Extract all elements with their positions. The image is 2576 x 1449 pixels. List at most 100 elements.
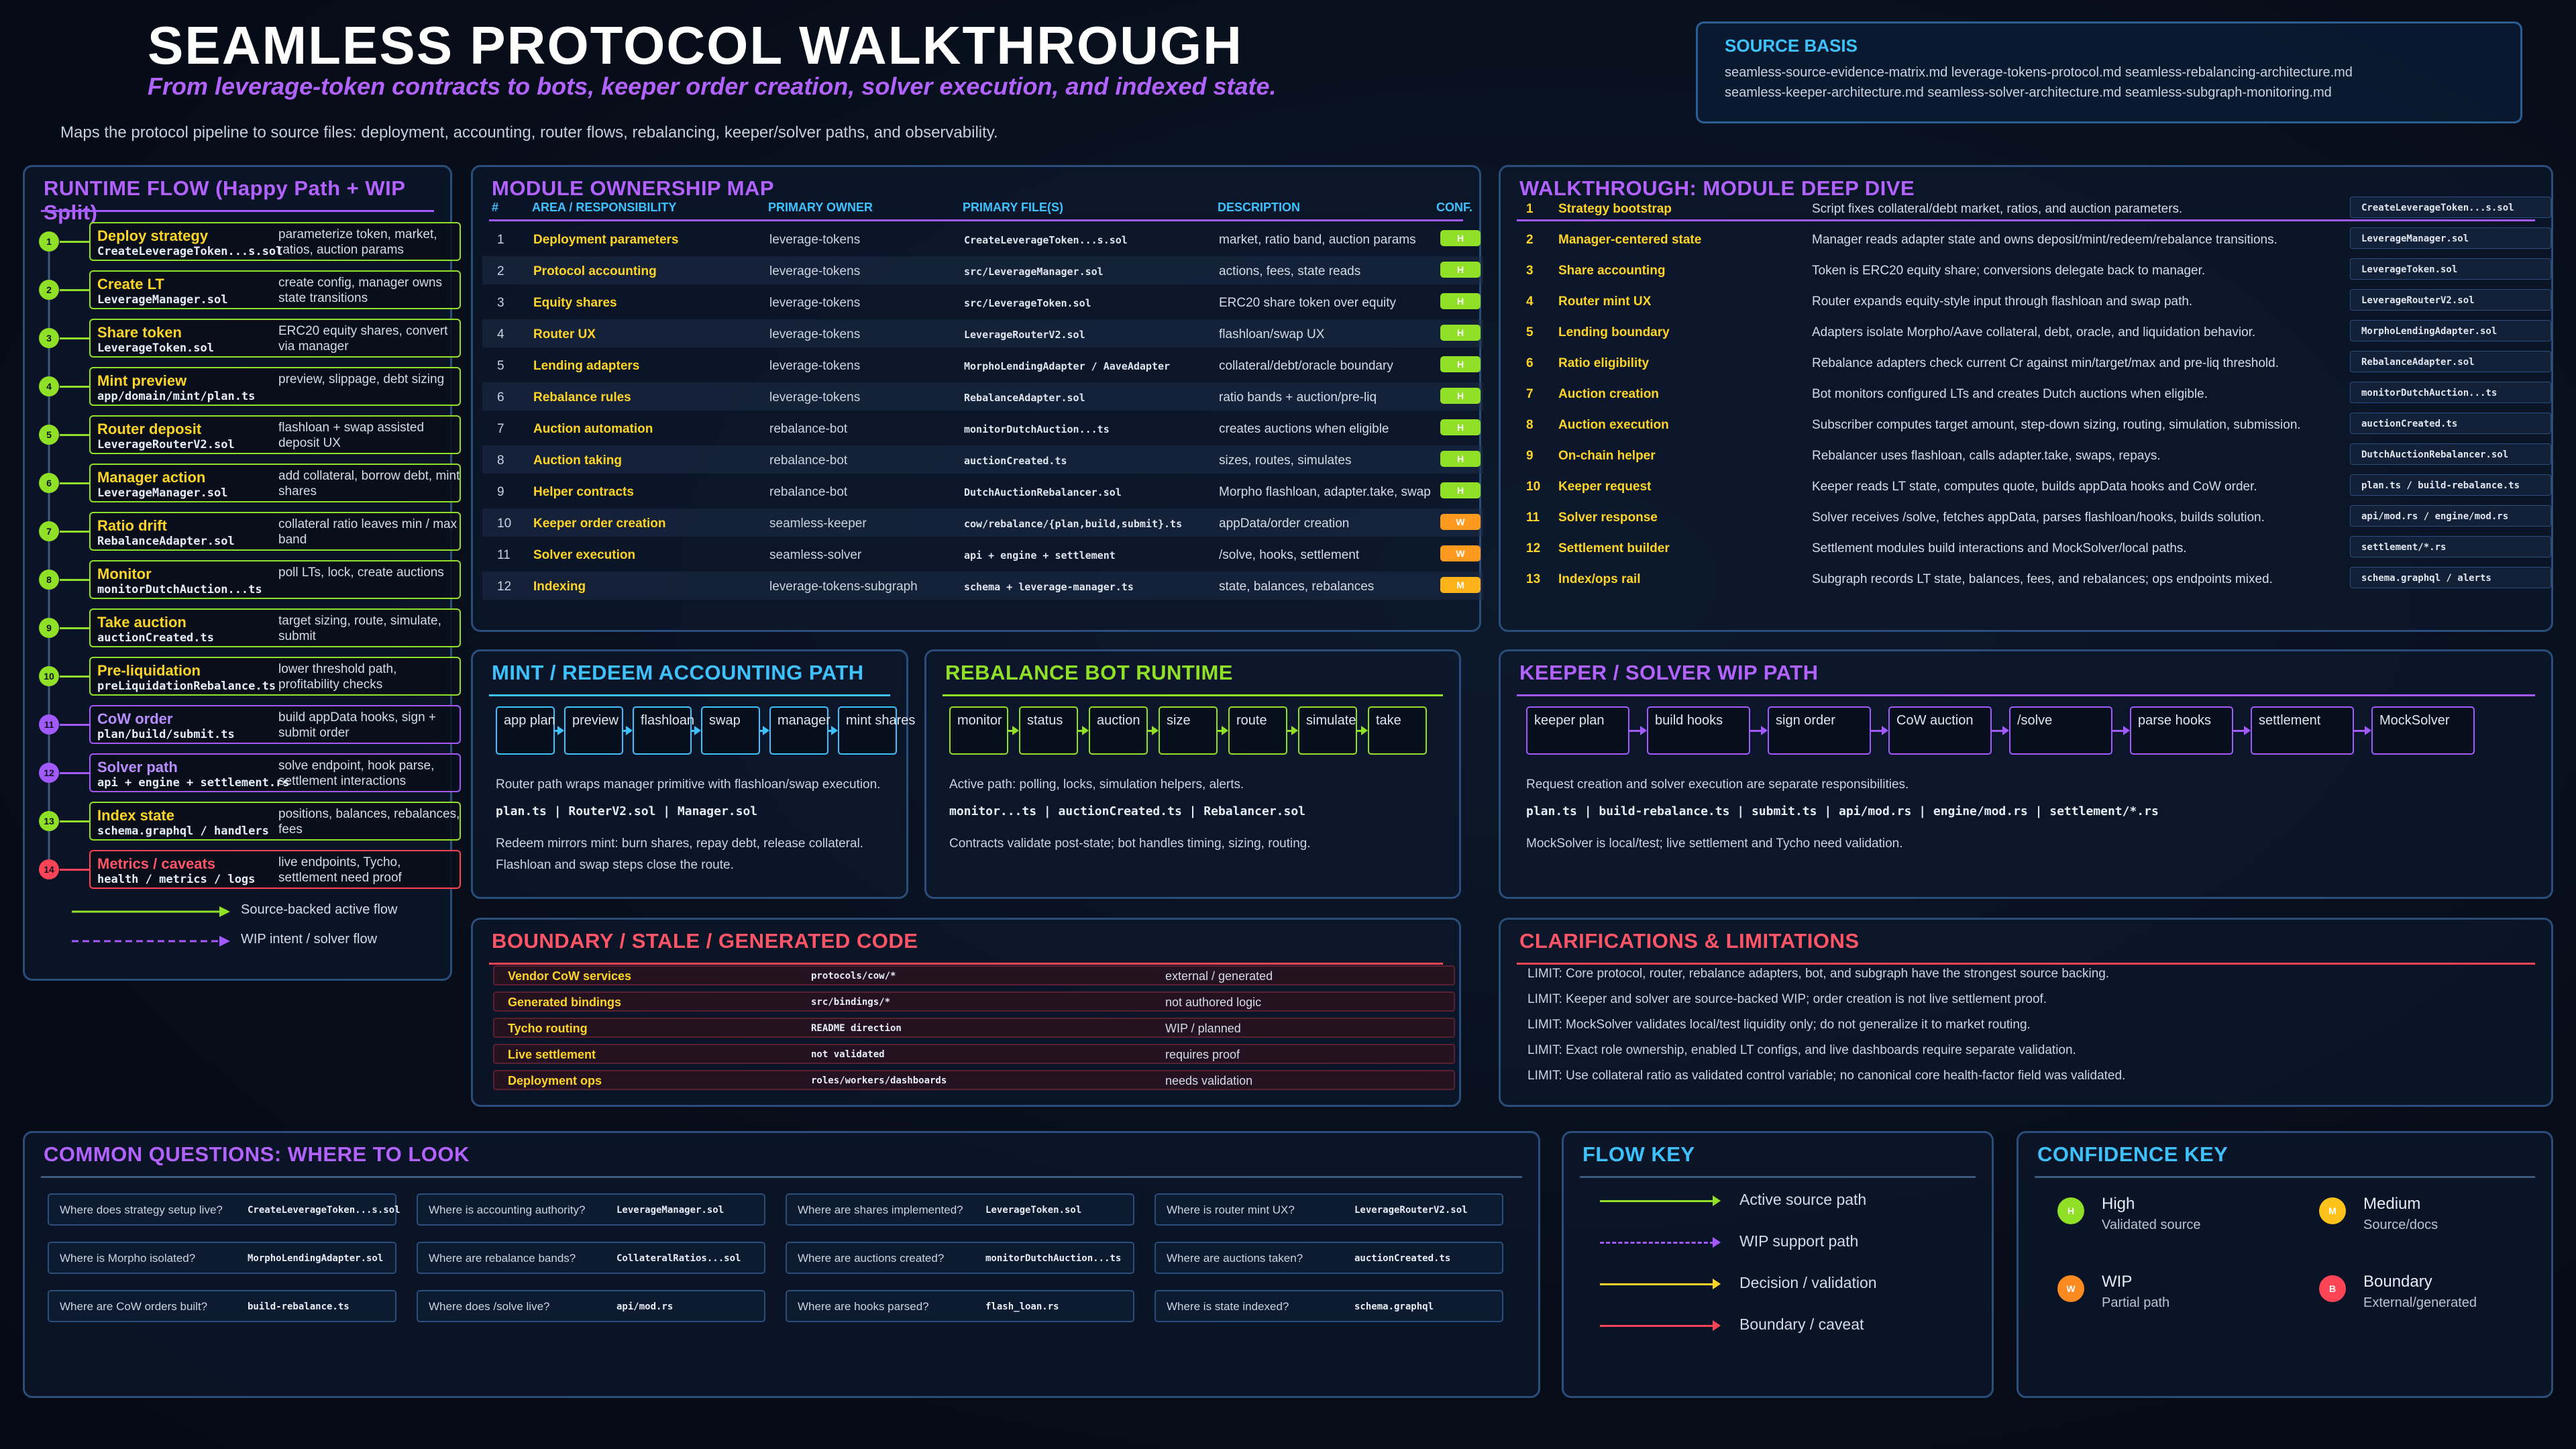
boundary-row[interactable]: Tycho routing README direction WIP / plann… bbox=[493, 1018, 1455, 1038]
flow-step-box[interactable]: manager bbox=[769, 706, 830, 755]
question-cell[interactable]: Where are hooks parsed? flash_loan.rs bbox=[786, 1290, 1134, 1322]
table-row[interactable]: 2 Protocol accounting leverage-tokens src/L… bbox=[482, 256, 1483, 284]
runtime-step-card[interactable]: Ratio drift RebalanceAdapter.sol collatera… bbox=[89, 512, 461, 551]
table-row[interactable]: 10 Keeper order creation seamless-keeper co… bbox=[482, 508, 1483, 537]
boundary-desc: WIP / planned bbox=[1165, 1022, 1241, 1035]
flow-step-box[interactable]: sign order bbox=[1768, 706, 1871, 755]
runtime-step-desc: collateral ratio leaves min / max band bbox=[278, 517, 458, 547]
step-connector bbox=[60, 820, 89, 822]
flow-step-box[interactable]: monitor bbox=[949, 706, 1008, 755]
runtime-step-card[interactable]: Take auction auctionCreated.ts target sizi… bbox=[89, 608, 461, 647]
flow-step-box[interactable]: auction bbox=[1089, 706, 1148, 755]
question-cell[interactable]: Where is accounting authority? LeverageMa… bbox=[417, 1193, 765, 1226]
table-row[interactable]: 5 Lending adapters leverage-tokens MorphoLe… bbox=[482, 351, 1483, 379]
question-cell[interactable]: Where are shares implemented? LeverageTok… bbox=[786, 1193, 1134, 1226]
flow-arrow-head bbox=[1640, 726, 1647, 735]
boundary-row[interactable]: Live settlement not validated requires pro… bbox=[493, 1044, 1455, 1064]
flow-step-box[interactable]: mint shares bbox=[838, 706, 915, 755]
module-name: Router mint UX bbox=[1558, 294, 1652, 309]
question-cell[interactable]: Where are CoW orders built? build-rebalan… bbox=[48, 1290, 396, 1322]
runtime-step-file: LeverageRouterV2.sol bbox=[97, 438, 235, 451]
file-cell: DutchAuctionRebalancer.sol bbox=[964, 486, 1122, 498]
module-description: Subgraph records LT state, balances, fee… bbox=[1812, 572, 2273, 586]
question-cell[interactable]: Where are auctions taken? auctionCreated.… bbox=[1155, 1242, 1503, 1274]
table-row[interactable]: 8 Auction taking rebalance-bot auctionCreat… bbox=[482, 445, 1483, 474]
runtime-step-file: LeverageManager.sol bbox=[97, 486, 228, 500]
runtime-step-card[interactable]: Manager action LeverageManager.sol add col… bbox=[89, 464, 461, 502]
runtime-step-card[interactable]: Monitor monitorDutchAuction...ts poll LTs,… bbox=[89, 560, 461, 599]
flow-arrow-head bbox=[2365, 726, 2371, 735]
flow-step-box[interactable]: swap bbox=[701, 706, 760, 755]
runtime-step-name: CoW order bbox=[97, 710, 173, 727]
walkthrough-row[interactable]: 2 Manager-centered state Manager reads ada… bbox=[1510, 225, 2551, 256]
boundary-name: Generated bindings bbox=[508, 996, 622, 1009]
boundary-row[interactable]: Deployment ops roles/workers/dashboards ne… bbox=[493, 1070, 1455, 1090]
runtime-step-card[interactable]: Solver path api + engine + settlement.rs s… bbox=[89, 753, 461, 792]
walkthrough-row[interactable]: 13 Index/ops rail Subgraph records LT stat… bbox=[1510, 564, 2551, 595]
runtime-step-card[interactable]: Index state schema.graphql / handlers posi… bbox=[89, 802, 461, 841]
question-cell[interactable]: Where is state indexed? schema.graphql bbox=[1155, 1290, 1503, 1322]
runtime-step-file: api + engine + settlement.rs bbox=[97, 776, 290, 790]
runtime-step-card[interactable]: Metrics / caveats health / metrics / logs… bbox=[89, 850, 461, 889]
step-connector bbox=[60, 289, 89, 291]
runtime-step-card[interactable]: Share token LeverageToken.sol ERC20 equity… bbox=[89, 319, 461, 358]
description-cell: Morpho flashloan, adapter.take, swap bbox=[1219, 485, 1431, 499]
runtime-step-card[interactable]: Pre-liquidation preLiquidationRebalance.t… bbox=[89, 657, 461, 696]
table-row[interactable]: 9 Helper contracts rebalance-bot DutchAucti… bbox=[482, 477, 1483, 505]
table-row[interactable]: 4 Router UX leverage-tokens LeverageRouterV… bbox=[482, 319, 1483, 347]
table-row[interactable]: 12 Indexing leverage-tokens-subgraph schema… bbox=[482, 572, 1483, 600]
table-row[interactable]: 3 Equity shares leverage-tokens src/Leverag… bbox=[482, 288, 1483, 316]
boundary-name: Tycho routing bbox=[508, 1022, 588, 1035]
walkthrough-row[interactable]: 11 Solver response Solver receives /solve,… bbox=[1510, 502, 2551, 533]
flow-step-box[interactable]: CoW auction bbox=[1888, 706, 1992, 755]
flow-step-box[interactable]: keeper plan bbox=[1526, 706, 1629, 755]
question-cell[interactable]: Where does /solve live? api/mod.rs bbox=[417, 1290, 765, 1322]
table-row[interactable]: 1 Deployment parameters leverage-tokens Cre… bbox=[482, 225, 1483, 253]
walkthrough-row[interactable]: 5 Lending boundary Adapters isolate Morpho… bbox=[1510, 317, 2551, 348]
flow-step-box[interactable]: status bbox=[1019, 706, 1078, 755]
flow-step-box[interactable]: size bbox=[1159, 706, 1218, 755]
boundary-row[interactable]: Generated bindings src/bindings/* not auth… bbox=[493, 991, 1455, 1012]
flow-step-box[interactable]: /solve bbox=[2009, 706, 2112, 755]
flow-step-box[interactable]: flashloan bbox=[633, 706, 694, 755]
walkthrough-row[interactable]: 12 Settlement builder Settlement modules b… bbox=[1510, 533, 2551, 564]
walkthrough-row[interactable]: 4 Router mint UX Router expands equity-sty… bbox=[1510, 286, 2551, 317]
table-row[interactable]: 7 Auction automation rebalance-bot monitorD… bbox=[482, 414, 1483, 442]
table-row[interactable]: 6 Rebalance rules leverage-tokens Rebalance… bbox=[482, 382, 1483, 411]
walkthrough-row[interactable]: 6 Ratio eligibility Rebalance adapters che… bbox=[1510, 348, 2551, 379]
runtime-step-desc: live endpoints, Tycho, settlement need p… bbox=[278, 855, 402, 885]
walkthrough-row[interactable]: 1 Strategy bootstrap Script fixes collater… bbox=[1510, 194, 2551, 225]
flow-step-box[interactable]: build hooks bbox=[1647, 706, 1750, 755]
walkthrough-row[interactable]: 10 Keeper request Keeper reads LT state, c… bbox=[1510, 472, 2551, 502]
walkthrough-row[interactable]: 8 Auction execution Subscriber computes ta… bbox=[1510, 410, 2551, 441]
question-cell[interactable]: Where is router mint UX? LeverageRouterV2… bbox=[1155, 1193, 1503, 1226]
flow-step-box[interactable]: settlement bbox=[2251, 706, 2354, 755]
owner-cell: leverage-tokens bbox=[769, 327, 861, 341]
runtime-step-desc: poll LTs, lock, create auctions bbox=[278, 566, 444, 580]
flow-step-box[interactable]: simulate bbox=[1298, 706, 1357, 755]
runtime-step-card[interactable]: Router deposit LeverageRouterV2.sol flashl… bbox=[89, 415, 461, 454]
flow-step-box[interactable]: take bbox=[1368, 706, 1427, 755]
table-row[interactable]: 11 Solver execution seamless-solver api + e… bbox=[482, 540, 1483, 568]
question-cell[interactable]: Where are auctions created? monitorDutchA… bbox=[786, 1242, 1134, 1274]
flow-step-box[interactable]: MockSolver bbox=[2371, 706, 2475, 755]
flow-step-box[interactable]: parse hooks bbox=[2130, 706, 2233, 755]
flow-key-line bbox=[1600, 1242, 1714, 1244]
runtime-step-card[interactable]: Create LT LeverageManager.sol create confi… bbox=[89, 270, 461, 309]
runtime-step-card[interactable]: Mint preview app/domain/mint/plan.ts previ… bbox=[89, 367, 461, 406]
runtime-step-card[interactable]: CoW order plan/build/submit.ts build appDa… bbox=[89, 705, 461, 744]
walkthrough-row[interactable]: 3 Share accounting Token is ERC20 equity s… bbox=[1510, 256, 2551, 286]
runtime-step-card[interactable]: Deploy strategy CreateLeverageToken...s.s… bbox=[89, 222, 461, 261]
question-cell[interactable]: Where are rebalance bands? CollateralRati… bbox=[417, 1242, 765, 1274]
description-cell: flashloan/swap UX bbox=[1219, 327, 1325, 341]
flow-step-box[interactable]: preview bbox=[564, 706, 623, 755]
walkthrough-row[interactable]: 9 On-chain helper Rebalancer uses flashloa… bbox=[1510, 441, 2551, 472]
flow-step-box[interactable]: app plan bbox=[496, 706, 555, 755]
flow-key-arrowhead bbox=[1713, 1237, 1721, 1248]
walkthrough-row[interactable]: 7 Auction creation Bot monitors configured… bbox=[1510, 379, 2551, 410]
flow-arrow-head bbox=[1222, 726, 1228, 735]
question-cell[interactable]: Where is Morpho isolated? MorphoLendingAd… bbox=[48, 1242, 396, 1274]
boundary-row[interactable]: Vendor CoW services protocols/cow/* extern… bbox=[493, 965, 1455, 985]
question-cell[interactable]: Where does strategy setup live? CreateLev… bbox=[48, 1193, 400, 1226]
flow-step-box[interactable]: route bbox=[1228, 706, 1287, 755]
